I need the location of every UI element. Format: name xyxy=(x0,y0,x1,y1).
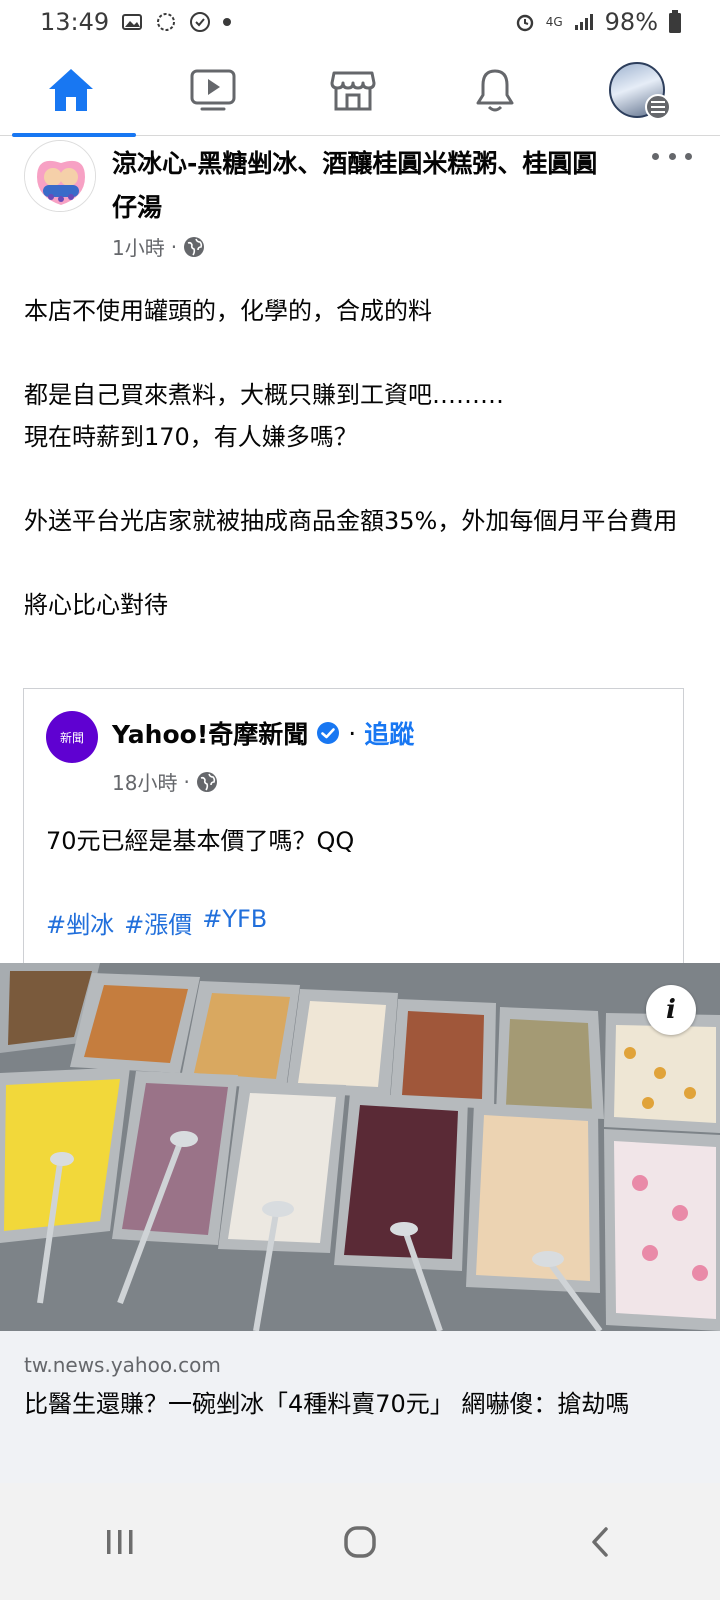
profile-avatar xyxy=(609,62,671,120)
follow-button[interactable]: 追蹤 xyxy=(364,715,414,751)
source-name[interactable]: Yahoo!奇摩新聞 xyxy=(112,715,308,751)
hashtag-link[interactable]: #剉冰 xyxy=(46,905,114,940)
shaved-ice-toppings-image xyxy=(0,963,720,1331)
source-avatar[interactable]: 新聞 xyxy=(46,711,98,763)
more-options-button[interactable] xyxy=(652,144,692,168)
tab-home[interactable] xyxy=(6,44,136,137)
recent-apps-button[interactable] xyxy=(80,1512,160,1572)
video-icon xyxy=(190,69,236,111)
back-button[interactable] xyxy=(560,1512,640,1572)
post-paragraph: 都是自己買來煮料，大概只賺到工資吧……… xyxy=(24,381,504,409)
more-dot-icon xyxy=(652,152,659,160)
hashtag-list: #剉冰 #漲價 #YFB xyxy=(46,905,267,940)
status-time: 13:49 xyxy=(40,8,110,36)
recent-apps-icon xyxy=(107,1529,133,1554)
shared-post-text: 70元已經是基本價了嗎？QQ xyxy=(46,827,355,855)
status-bar: 13:49 4G 98% xyxy=(0,0,720,44)
tab-watch[interactable] xyxy=(148,44,278,136)
post-paragraph: 將心比心對待 xyxy=(24,591,168,619)
page-avatar[interactable] xyxy=(24,140,96,212)
top-navigation xyxy=(0,44,720,137)
gallery-icon xyxy=(122,14,143,30)
link-domain: tw.news.yahoo.com xyxy=(24,1353,221,1377)
sync-icon xyxy=(190,12,211,32)
globe-icon xyxy=(196,771,217,792)
home-icon xyxy=(49,69,93,111)
shared-post-meta: 18小時 · xyxy=(112,767,218,796)
post-header: 涼冰心-黑糖剉冰、酒釀桂圓米糕粥、桂圓圓仔湯 1小時 · xyxy=(0,136,720,272)
network-type: 4G xyxy=(545,15,563,29)
signal-icon xyxy=(574,14,593,30)
source-separator: · xyxy=(348,718,357,748)
verified-badge-icon xyxy=(317,722,340,744)
menu-icon xyxy=(645,94,671,120)
battery-icon xyxy=(669,10,681,33)
back-arrow-icon xyxy=(592,1526,608,1557)
link-preview[interactable]: tw.news.yahoo.com 比醫生還賺？一碗剉冰「4種料賣70元」 網嚇… xyxy=(0,1331,720,1483)
hashtag-link[interactable]: #YFB xyxy=(202,905,267,940)
tab-menu[interactable] xyxy=(572,44,702,136)
tab-marketplace[interactable] xyxy=(288,44,418,136)
post-paragraph: 現在時薪到170，有人嫌多嗎？ xyxy=(24,423,358,451)
bell-icon xyxy=(476,69,514,112)
battery-percent: 98% xyxy=(604,8,658,36)
hashtag-link[interactable]: #漲價 xyxy=(124,905,192,940)
globe-icon xyxy=(184,236,205,257)
more-dot-icon xyxy=(668,152,676,160)
post-body: 本店不使用罐頭的，化學的，合成的料 都是自己買來煮料，大概只賺到工資吧……… 現… xyxy=(24,290,696,626)
loading-icon xyxy=(157,13,176,31)
home-button[interactable] xyxy=(320,1512,400,1572)
post-photo[interactable]: i xyxy=(0,963,720,1331)
home-circle-icon xyxy=(344,1525,376,1558)
meta-separator: · xyxy=(183,769,190,794)
shared-post-card[interactable]: 新聞 Yahoo!奇摩新聞 · 追蹤 18小時 · 70元已經是基本價了嗎？QQ… xyxy=(23,688,684,963)
photo-info-button[interactable]: i xyxy=(646,985,696,1035)
shared-post-time[interactable]: 18小時 xyxy=(112,767,177,796)
marketplace-icon xyxy=(330,71,376,111)
post-paragraph: 本店不使用罐頭的，化學的，合成的料 xyxy=(24,297,432,325)
post-meta: 1小時 · xyxy=(112,232,205,261)
link-title[interactable]: 比醫生還賺？一碗剉冰「4種料賣70元」 網嚇傻：搶劫嗎 xyxy=(24,1383,696,1425)
tab-notifications[interactable] xyxy=(430,44,560,136)
system-navigation-bar xyxy=(0,1483,720,1600)
source-name-row: Yahoo!奇摩新聞 · 追蹤 xyxy=(112,715,414,751)
post-paragraph: 外送平台光店家就被抽成商品金額35%，外加每個月平台費用 xyxy=(24,507,678,535)
source-avatar-label: 新聞 xyxy=(59,730,84,745)
notification-dot-icon xyxy=(223,18,232,26)
meta-separator: · xyxy=(170,234,178,259)
more-dot-icon xyxy=(685,152,692,160)
alarm-icon xyxy=(516,14,533,32)
page-name[interactable]: 涼冰心-黑糖剉冰、酒釀桂圓米糕粥、桂圓圓仔湯 xyxy=(112,142,612,230)
post-time[interactable]: 1小時 xyxy=(112,232,165,261)
